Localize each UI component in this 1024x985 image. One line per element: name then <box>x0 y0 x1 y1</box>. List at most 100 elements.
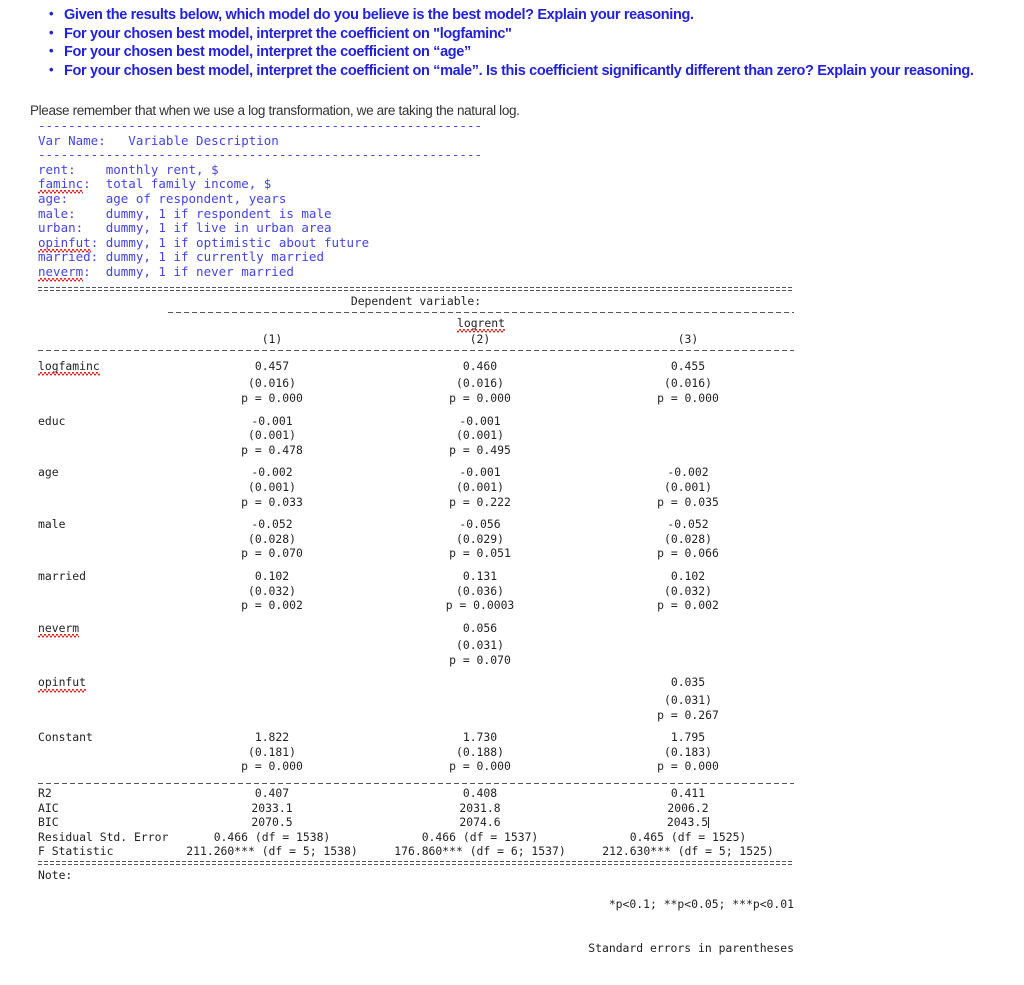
coefficient-cell: p = 0.070 <box>241 546 303 561</box>
coefficient-cell: 1.730 <box>462 730 498 745</box>
coefficient-label: opinfut <box>38 675 168 693</box>
variable-dictionary: ----------------------------------------… <box>38 118 483 282</box>
regression-results-table: Dependent variable: logrent (1) (2) (3) … <box>38 287 794 985</box>
coefficient-cell: p = 0.000 <box>241 759 303 774</box>
dictionary-line: opinfut: dummy, 1 if optimistic about fu… <box>38 234 482 251</box>
coefficient-cell: -0.052 <box>251 517 293 532</box>
coefficient-cell: (0.031) <box>663 693 712 708</box>
coefficient-cell: (0.036) <box>455 583 504 598</box>
coefficient-block: Constant 1.822 1.730 1.795 (0.181) (0.188) (0.… <box>38 730 794 774</box>
coefficient-estimate-row: Constant 1.822 1.730 1.795 <box>38 730 794 745</box>
coefficient-block: male -0.052 -0.056 -0.052 (0.028) (0.029) (0.0… <box>38 517 794 561</box>
coefficient-cell: (0.001) <box>455 479 504 494</box>
column-header-2: (2) <box>469 332 491 347</box>
statistic-row: Residual Std. Error 0.466 (df = 1538) 0.46… <box>38 830 794 845</box>
coefficient-body: logfaminc 0.457 0.460 0.455 (0.016) (0.016) (0… <box>38 358 794 774</box>
coefficient-estimate-row: married 0.102 0.131 0.102 <box>38 569 794 584</box>
statistic-label: F Statistic <box>38 844 114 859</box>
coefficient-cell: p = 0.000 <box>241 390 303 405</box>
coefficient-pvalue-row: p = 0.000 p = 0.000 p = 0.000 <box>38 391 794 406</box>
coefficient-label: educ <box>38 413 66 428</box>
coefficient-cell: p = 0.066 <box>657 546 719 561</box>
coefficient-block: logfaminc 0.457 0.460 0.455 (0.016) (0.016) (0… <box>38 358 794 406</box>
statistic-value: 2043.5 <box>666 815 710 830</box>
coefficient-estimate-row: opinfut 0.035 <box>38 675 794 693</box>
coefficient-cell: p = 0.495 <box>449 442 511 457</box>
coefficient-stderr-row: (0.001) (0.001) (0.001) <box>38 480 794 495</box>
statistic-value: 211.260*** (df = 5; 1538) <box>186 844 358 859</box>
coefficient-cell: (0.029) <box>455 531 504 546</box>
text-cursor <box>708 817 710 829</box>
coefficient-cell: (0.016) <box>455 376 504 391</box>
statistic-row: AIC 2033.1 2031.8 2006.2 <box>38 801 794 816</box>
coefficient-cell: 0.455 <box>670 358 706 373</box>
coefficient-cell: p = 0.000 <box>657 759 719 774</box>
note-right-block: *p<0.1; **p<0.05; ***p<0.01 Standard err… <box>588 868 794 985</box>
coefficient-cell: (0.031) <box>455 638 504 653</box>
statistic-value: 176.860*** (df = 6; 1537) <box>394 844 566 859</box>
coefficient-stderr-row: (0.181) (0.188) (0.183) <box>38 745 794 760</box>
table-top-double-rule <box>38 287 794 291</box>
statistic-value: 2031.8 <box>459 800 501 815</box>
question-item: For your chosen best model, interpret th… <box>49 42 1024 62</box>
statistic-label: BIC <box>38 815 59 830</box>
coefficient-cell: p = 0.002 <box>657 598 719 613</box>
misspelled-word: neverm <box>38 620 80 639</box>
coefficient-cell: 0.035 <box>670 675 706 690</box>
statistic-value: 2006.2 <box>667 800 709 815</box>
dependent-variable-name: logrent <box>456 315 505 333</box>
coefficient-cell: 1.795 <box>670 730 706 745</box>
misspelled-word: neverm <box>38 263 84 282</box>
dictionary-line: rent: monthly rent, $ <box>38 161 219 177</box>
column-header-1: (1) <box>261 332 283 347</box>
question-item: For your chosen best model, interpret th… <box>49 24 1024 44</box>
coefficient-block: neverm 0.056 (0.031) p = 0.070 <box>38 620 794 668</box>
coefficient-cell: (0.016) <box>663 376 712 391</box>
dictionary-line: male: dummy, 1 if respondent is male <box>38 205 332 221</box>
coefficient-pvalue-row: p = 0.478 p = 0.495 <box>38 443 794 458</box>
question-list: Given the results below, which model do … <box>40 5 1024 80</box>
statistic-value: 2074.6 <box>459 815 501 830</box>
dictionary-line: ----------------------------------------… <box>38 118 483 133</box>
dictionary-line: urban: dummy, 1 if live in urban area <box>38 220 332 236</box>
coefficient-cell: (0.001) <box>247 479 296 494</box>
coefficient-block: age -0.002 -0.001 -0.002 (0.001) (0.001) (0.00… <box>38 465 794 509</box>
coefficient-cell: (0.016) <box>247 376 296 391</box>
table-note-block: Note: *p<0.1; **p<0.05; ***p<0.01 Standa… <box>38 868 794 985</box>
coefficient-cell: -0.002 <box>251 465 293 480</box>
coefficient-cell: (0.181) <box>247 744 296 759</box>
column-header-rule-wrap <box>38 349 794 351</box>
coefficient-cell: 0.102 <box>254 568 290 583</box>
coefficient-pvalue-row: p = 0.000 p = 0.000 p = 0.000 <box>38 759 794 774</box>
header-subrule-wrap <box>38 311 794 313</box>
coefficient-estimate-row: age -0.002 -0.001 -0.002 <box>38 465 794 480</box>
stats-rule-wrap <box>38 783 794 785</box>
table-bottom-double-rule <box>38 861 794 865</box>
stats-dash-rule <box>38 783 794 785</box>
coefficient-cell: -0.001 <box>459 413 501 428</box>
coefficient-cell: -0.001 <box>251 413 293 428</box>
coefficient-estimate-row: logfaminc 0.457 0.460 0.455 <box>38 358 794 377</box>
statistic-value: 0.411 <box>670 786 706 801</box>
coefficient-cell: -0.056 <box>459 517 501 532</box>
coefficient-stderr-row: (0.001) (0.001) <box>38 428 794 443</box>
statistic-value: 0.407 <box>254 786 290 801</box>
coefficient-cell: 0.056 <box>462 620 498 635</box>
coefficient-cell: p = 0.002 <box>241 598 303 613</box>
coefficient-cell: p = 0.000 <box>657 390 719 405</box>
statistic-value: 0.408 <box>462 786 498 801</box>
statistic-label: R2 <box>38 786 52 801</box>
coefficient-stderr-row: (0.016) (0.016) (0.016) <box>38 376 794 391</box>
coefficient-cell: (0.001) <box>247 428 296 443</box>
coefficient-cell: (0.001) <box>455 428 504 443</box>
coefficient-pvalue-row: p = 0.070 <box>38 653 794 668</box>
dictionary-line: married: dummy, 1 if currently married <box>38 249 324 265</box>
dictionary-line: Var Name: Variable Description <box>38 132 279 148</box>
coefficient-cell: (0.032) <box>247 583 296 598</box>
coefficient-cell: p = 0.051 <box>449 546 511 561</box>
coefficient-label: age <box>38 465 59 480</box>
coefficient-pvalue-row: p = 0.070 p = 0.051 p = 0.066 <box>38 546 794 561</box>
coefficient-cell: p = 0.033 <box>241 494 303 509</box>
coefficient-cell: -0.052 <box>667 517 709 532</box>
note-significance-codes: *p<0.1; **p<0.05; ***p<0.01 <box>608 897 794 912</box>
